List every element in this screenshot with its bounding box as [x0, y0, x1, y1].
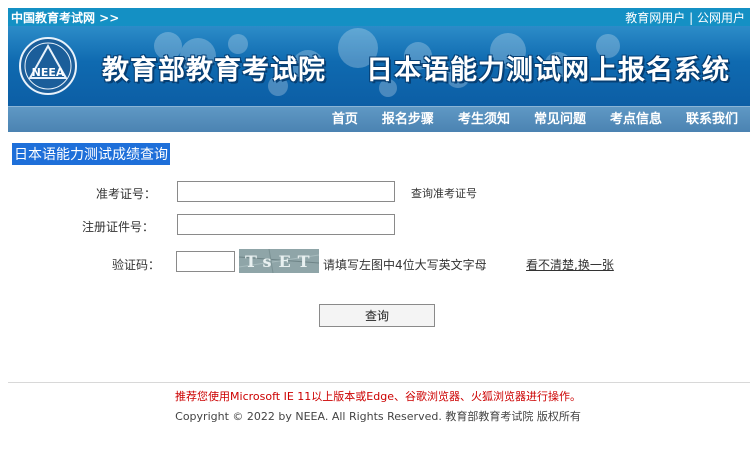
id-number-input[interactable]	[177, 214, 395, 235]
id-number-label: 注册证件号：	[82, 220, 155, 234]
banner-title-org: 教育部教育考试院	[102, 55, 326, 86]
admission-number-label: 准考证号：	[96, 187, 157, 201]
nav-item-steps[interactable]: 报名步骤	[370, 107, 446, 133]
logo-text: NEEA	[32, 66, 65, 79]
public-user-link[interactable]: 公网用户	[697, 11, 745, 25]
admission-number-input[interactable]	[177, 181, 395, 202]
header-banner: NEEA 教育部教育考试院 日本语能力测试网上报名系统	[8, 26, 750, 106]
top-bar: 中国教育考试网 >> 教育网用户 | 公网用户	[8, 8, 750, 26]
user-link-separator: |	[689, 11, 694, 25]
refresh-captcha-link[interactable]: 看不清楚,换一张	[526, 256, 614, 273]
nav-item-contact[interactable]: 联系我们	[674, 107, 750, 133]
captcha-hint: 请填写左图中4位大写英文字母	[323, 258, 487, 272]
neea-logo: NEEA	[19, 37, 77, 95]
edu-user-link[interactable]: 教育网用户	[625, 11, 685, 25]
nav-item-faq[interactable]: 常见问题	[522, 107, 598, 133]
user-type-links: 教育网用户 | 公网用户	[625, 9, 745, 26]
banner-title-system: 日本语能力测试网上报名系统	[366, 55, 730, 86]
browser-notice: 推荐您使用Microsoft IE 11以上版本或Edge、谷歌浏览器、火狐浏览…	[175, 390, 581, 403]
captcha-image[interactable]: TsET	[239, 249, 319, 273]
nav-item-home[interactable]: 首页	[320, 107, 370, 133]
page-title: 日本语能力测试成绩查询	[12, 143, 170, 165]
site-home-link[interactable]: 中国教育考试网 >>	[11, 9, 119, 26]
captcha-glyphs: TsET	[245, 252, 317, 271]
captcha-input[interactable]	[176, 251, 235, 272]
nav-item-test-sites[interactable]: 考点信息	[598, 107, 674, 133]
copyright-text: Copyright © 2022 by NEEA. All Rights Res…	[175, 410, 581, 423]
main-nav: 首页 报名步骤 考生须知 常见问题 考点信息 联系我们	[8, 106, 750, 132]
captcha-label: 验证码：	[112, 258, 161, 272]
lookup-admission-link[interactable]: 查询准考证号	[411, 185, 477, 201]
query-button[interactable]: 查询	[319, 304, 435, 327]
footer-divider	[8, 382, 750, 383]
nav-item-notice[interactable]: 考生须知	[446, 107, 522, 133]
